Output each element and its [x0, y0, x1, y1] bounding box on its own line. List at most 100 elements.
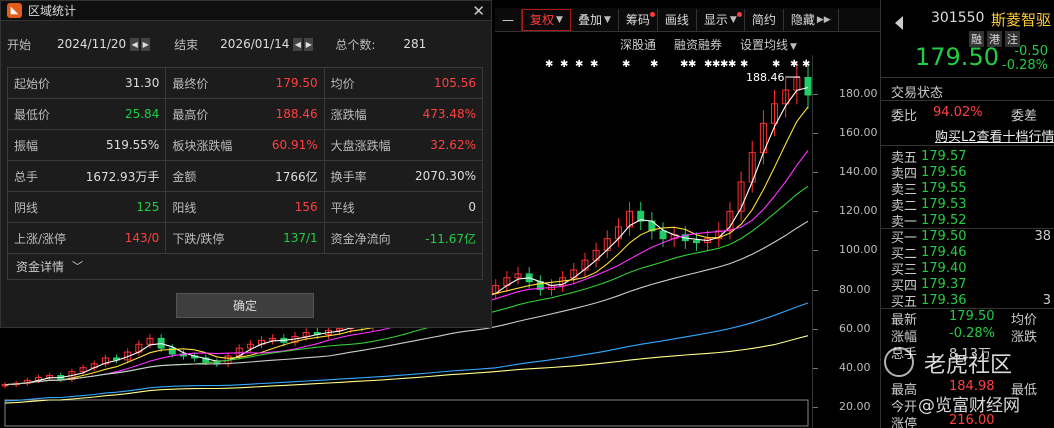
- toolbar-chips-label: 筹码: [625, 13, 650, 27]
- app-window: 188.46 ✱ ✱ ✱ ✱ ✱ ✱ ✱ ✱ ✱ ✱ ✱ ✱ ✱ ✱ ✱ ✱ — 复权 ▼ 叠加 ▼ 筹码 画线 显…: [0, 0, 1054, 428]
- date-range-bar: 开始 2024/11/20 ◀ ▶ 结束 2026/01/14 ◀ ▶ 总个数: 2…: [1, 21, 491, 67]
- y-tick-mark: [813, 367, 818, 369]
- orderbook-row: 买五 179.36 3: [891, 293, 1054, 310]
- event-marker-icon: ✱: [790, 59, 798, 70]
- range-stats-dialog: ◣ 区域统计 ✕ 开始 2024/11/20 ◀ ▶ 结束 2026/01/14 …: [0, 0, 492, 328]
- stats-cell: 均价 105.56: [325, 68, 483, 98]
- notification-dot: [649, 11, 655, 17]
- toolbar-display-label: 显示: [703, 13, 728, 27]
- subtool-ma-settings[interactable]: 设置均线 ▼: [740, 36, 797, 54]
- toolbar-draw-label: 画线: [664, 13, 689, 27]
- orderbook-row: 买三 179.40: [891, 260, 1054, 278]
- orderbook-row: 卖二 179.53: [891, 197, 1054, 214]
- chevron-right-icon[interactable]: ▶: [304, 37, 314, 51]
- max-price-label: 188.46: [746, 71, 785, 84]
- stats-cell: 板块涨跌幅 60.91%: [166, 130, 325, 160]
- y-tick-mark: [813, 211, 818, 213]
- weibi-value: 94.02%: [933, 105, 983, 120]
- chevron-left-icon[interactable]: ◀: [130, 37, 140, 51]
- toolbar-simple[interactable]: 简约: [745, 8, 784, 31]
- stats-value: 2070.30%: [414, 169, 476, 183]
- dialog-titlebar[interactable]: ◣ 区域统计 ✕: [1, 1, 491, 21]
- orderbook-row: 卖五 179.57: [891, 148, 1054, 166]
- ok-button[interactable]: 确定: [176, 293, 314, 318]
- orderbook-price: 179.55: [921, 180, 967, 196]
- toolbar-draw[interactable]: 画线: [658, 8, 697, 31]
- y-tick-mark: [813, 328, 818, 330]
- close-icon[interactable]: ✕: [472, 2, 485, 20]
- notification-dot: [736, 11, 742, 17]
- stock-name: 斯菱智驱: [991, 11, 1052, 29]
- toolbar-hide[interactable]: 隐藏 ▶▶: [784, 8, 839, 31]
- toolbar-fuquan[interactable]: 复权 ▼: [522, 8, 571, 31]
- toolbar-overlay-label: 叠加: [577, 13, 602, 27]
- stats-row: 起始价 31.30 最终价 179.50 均价 105.56: [8, 68, 483, 99]
- candle-body: [659, 230, 667, 240]
- sell-book: 卖五 179.57 卖四 179.56 卖三 179.55 卖二 179.53 卖一 179.52: [891, 148, 1054, 231]
- hand-value: 8.13万: [949, 347, 991, 362]
- back-arrow-icon[interactable]: [895, 16, 903, 30]
- start-date-spinner[interactable]: ◀ ▶: [130, 37, 151, 51]
- stats-key: 阴线: [14, 200, 39, 215]
- stats-value: 473.48%: [422, 107, 476, 121]
- stats-value: 188.46: [275, 107, 318, 121]
- end-label: 结束: [174, 37, 199, 52]
- y-tick-mark: [813, 133, 818, 135]
- stats-value: 143/0: [124, 231, 160, 245]
- stats-value: 125: [136, 200, 160, 214]
- candle-body: [804, 76, 812, 96]
- y-tick-mark: [813, 289, 818, 291]
- event-marker-icon: ✱: [802, 59, 810, 70]
- stats-key: 振幅: [14, 138, 39, 153]
- toolbar-display[interactable]: 显示 ▼: [697, 8, 745, 31]
- y-tick-label: 180.00: [839, 87, 878, 100]
- toolbar-chips[interactable]: 筹码: [619, 8, 658, 31]
- stats-value: 156: [294, 200, 318, 214]
- price-change: -0.50: [1014, 44, 1048, 59]
- price-axis: 180.00 160.00 140.00 120.00 100.00 80.00 60.00…: [812, 55, 880, 428]
- stats-value: 1672.93万手: [85, 169, 160, 184]
- toolbar-overlay[interactable]: 叠加 ▼: [571, 8, 619, 31]
- subtool-margin[interactable]: 融资融券: [674, 36, 722, 54]
- stats-key: 起始价: [14, 76, 51, 91]
- stats-row: 最低价 25.84 最高价 188.46 涨跌幅 473.48%: [8, 99, 483, 130]
- y-tick-label: 20.00: [839, 399, 871, 413]
- chevron-right-icon[interactable]: ▶: [141, 37, 151, 51]
- stats-value: 0: [468, 200, 476, 214]
- chevron-left-icon[interactable]: ◀: [293, 37, 303, 51]
- weicha-label: 委差: [1011, 109, 1038, 124]
- chart-subtoolbar: 深股通 融资融券 设置均线 ▼: [620, 36, 797, 54]
- stats-key: 换手率: [330, 169, 367, 184]
- y-tick-label: 160.00: [839, 126, 878, 140]
- orderbook-row: 买四 179.37: [891, 277, 1054, 294]
- stats-cell: 上涨/涨停 143/0: [8, 223, 167, 253]
- y-tick-label: 120.00: [839, 204, 878, 218]
- orderbook-price: 179.37: [921, 277, 967, 293]
- end-date-spinner[interactable]: ◀ ▶: [293, 37, 314, 51]
- stats-cell: 资金净流向 -11.67亿: [325, 223, 483, 253]
- stats-key: 大盘涨跌幅: [330, 138, 391, 153]
- event-marker-icon: ✱: [545, 59, 553, 70]
- end-date[interactable]: 2026/01/14: [220, 37, 289, 51]
- subtool-shenguton[interactable]: 深股通: [620, 36, 656, 54]
- orderbook-price: 179.50: [921, 228, 967, 244]
- stats-key: 金额: [172, 169, 197, 184]
- volume-frame: [4, 399, 809, 427]
- app-logo-icon: ◣: [7, 3, 22, 18]
- orderbook-price: 179.46: [921, 244, 967, 260]
- stats-value: 105.56: [433, 76, 476, 90]
- subtool-ma-label: 设置均线: [740, 38, 789, 52]
- y-tick-label: 40.00: [839, 360, 871, 374]
- chevron-down-icon: ▼: [556, 14, 563, 25]
- stats-cell: 阳线 156: [166, 192, 325, 222]
- l2-link[interactable]: 购买L2查看十档行情: [935, 126, 1054, 145]
- y-tick-mark: [813, 406, 818, 408]
- dialog-title: 区域统计: [28, 4, 77, 18]
- stats-cell: 金额 1766亿: [166, 161, 325, 191]
- fund-detail-toggle[interactable]: 资金详情 ﹀: [7, 253, 483, 280]
- stats-key: 均价: [330, 76, 355, 91]
- stats-key: 涨跌幅: [330, 107, 367, 122]
- low-label: 最低: [1011, 383, 1038, 398]
- toolbar-menu-icon[interactable]: —: [495, 8, 522, 31]
- start-date[interactable]: 2024/11/20: [57, 37, 126, 51]
